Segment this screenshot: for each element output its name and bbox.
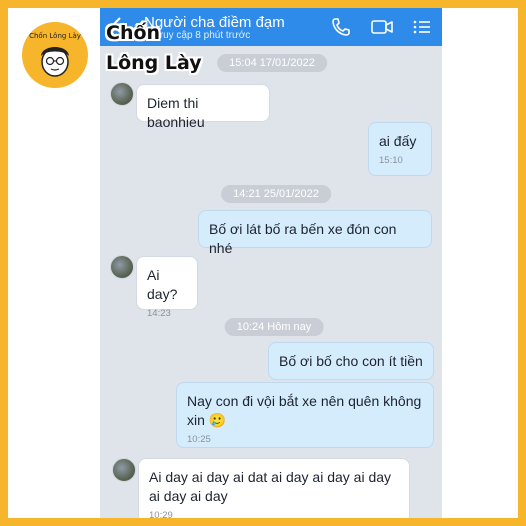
brand-logo: Chốn Lông Lày [22,22,88,88]
chat-screen: Người cha điềm đạm Truy cập 8 phút trước… [100,8,442,518]
logo-text: Chốn Lông Lày [29,32,81,40]
phone-icon[interactable] [330,16,352,38]
incoming-message[interactable]: Ai day ai day ai dat ai day ai day ai da… [138,458,410,518]
avatar [110,82,134,106]
outgoing-message[interactable]: ai đấy 15:10 [368,122,432,176]
outgoing-message[interactable]: Nay con đi vội bắt xe nên quên không xin… [176,382,434,448]
incoming-message[interactable]: Ai day? 14:23 [136,256,198,319]
message-time: 10:25 [187,434,211,445]
message-text: Diem thi baonhieu [147,95,205,130]
message-time: 10:29 [149,510,173,518]
message-text: Ai day ai day ai dat ai day ai day ai da… [149,469,392,504]
message-text: Nay con đi vội bắt xe nên quên không xin… [187,393,422,428]
image-frame: Người cha điềm đạm Truy cập 8 phút trước… [8,8,518,518]
message-text: Bố ơi lát bố ra bến xe đón con nhé [209,221,397,256]
watermark-line-1: Chốn [106,22,161,44]
contact-name: Người cha điềm đạm [144,14,285,31]
message-time: 14:23 [147,308,171,319]
last-seen-status: Truy cập 8 phút trước [154,30,251,41]
video-camera-icon[interactable] [370,16,393,38]
cartoon-face-icon: Chốn Lông Lày [29,32,81,77]
outgoing-message[interactable]: Bố ơi bố cho con ít tiền [268,342,434,380]
outgoing-message[interactable]: Bố ơi lát bố ra bến xe đón con nhé [198,210,432,256]
watermark-line-2: Lông Lày [106,52,202,74]
message-time: 15:10 [379,155,403,166]
avatar [112,458,136,482]
message-text: Bố ơi bố cho con ít tiền [279,353,423,369]
incoming-message[interactable]: Diem thi baonhieu [136,84,270,130]
date-separator: 14:21 25/01/2022 [221,185,331,203]
avatar [110,255,134,279]
date-separator: 10:24 Hôm nay [224,318,324,336]
message-text: Ai day? [147,267,178,302]
list-menu-icon[interactable] [412,16,434,38]
message-text: ai đấy [379,133,417,149]
date-separator: 15:04 17/01/2022 [217,54,327,72]
